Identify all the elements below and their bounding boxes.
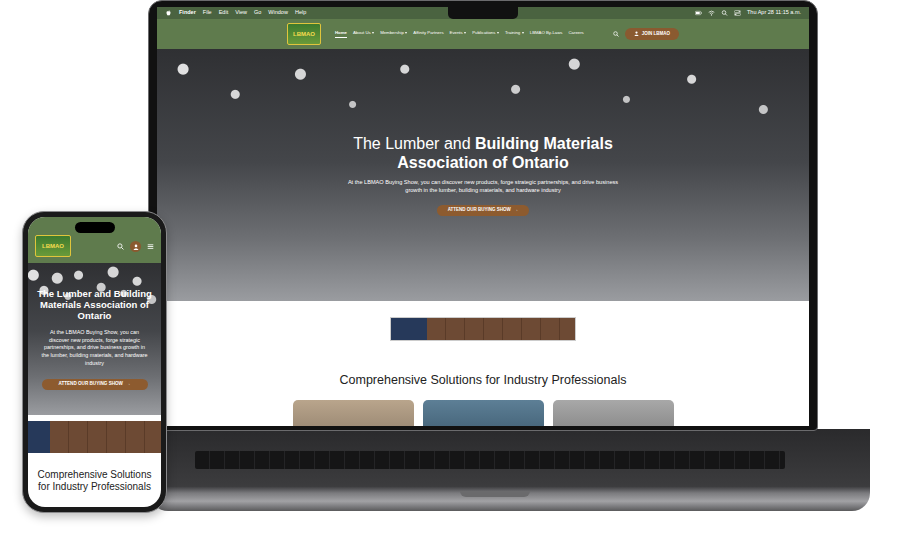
hero-title: The Lumber and Building Materials Associ… xyxy=(34,288,155,322)
nav-link[interactable]: Careers xyxy=(568,30,583,38)
hero-title: The Lumber and Building Materials Associ… xyxy=(338,134,628,172)
nav-link[interactable]: Membership xyxy=(380,30,407,38)
title-part: The Lumber and xyxy=(353,135,470,152)
apple-icon[interactable] xyxy=(165,10,172,16)
join-label: JOIN LBMAO xyxy=(642,32,670,37)
laptop: Finder File Edit View Go Window Help Thu Apr 28… xyxy=(148,0,818,431)
arrow-icon: → xyxy=(514,208,519,213)
solution-card[interactable] xyxy=(423,400,544,426)
hero-subtitle: At the LBMAO Buying Show, you can discov… xyxy=(342,178,624,194)
ad-banner[interactable] xyxy=(28,421,161,453)
cta-label: ATTEND OUR BUYING SHOW xyxy=(448,208,511,213)
nav-label: Home xyxy=(335,30,347,36)
nav-link[interactable]: Training xyxy=(505,30,524,38)
search-icon[interactable] xyxy=(721,10,728,16)
attend-button[interactable]: ATTEND OUR BUYING SHOW→ xyxy=(437,205,530,217)
nav-label: Membership xyxy=(380,30,404,36)
site-logo[interactable]: LBMAO xyxy=(287,23,321,45)
dynamic-island xyxy=(75,222,115,233)
nav-link[interactable]: About Us xyxy=(353,30,374,38)
solutions-section: Comprehensive Solutions for Industry Pro… xyxy=(157,301,809,426)
keyboard xyxy=(195,451,785,469)
nav-link[interactable]: Home xyxy=(335,30,347,38)
section-title: Comprehensive Solutions for Industry Pro… xyxy=(340,373,627,388)
ad-logo xyxy=(28,421,50,453)
menu-item[interactable]: Window xyxy=(268,10,288,16)
cta-label: ATTEND OUR BUYING SHOW xyxy=(58,382,122,387)
phone: LBMAO The Lumber and Building Materials A… xyxy=(22,211,167,513)
menu-item[interactable]: Go xyxy=(254,10,261,16)
ad-banner[interactable] xyxy=(390,317,576,341)
status-area: Thu Apr 28 11:15 a.m. xyxy=(695,10,801,16)
attend-button[interactable]: ATTEND OUR BUYING SHOW → xyxy=(42,379,148,391)
search-icon[interactable] xyxy=(117,243,124,250)
user-icon[interactable] xyxy=(130,241,141,252)
navbar-container: LBMAO Home About Us Membership Affinity Part… xyxy=(287,19,679,49)
caret-icon xyxy=(464,32,466,34)
section-title: Comprehensive Solutions for Industry Pro… xyxy=(28,453,161,493)
nav-link[interactable]: Events xyxy=(450,30,467,38)
battery-icon[interactable] xyxy=(695,10,702,16)
menu-item[interactable]: File xyxy=(203,10,212,16)
solution-cards xyxy=(293,400,674,426)
nav-label: Affinity Partners xyxy=(413,30,443,36)
caret-icon xyxy=(405,32,407,34)
caret-icon xyxy=(497,32,499,34)
caret-icon xyxy=(522,32,524,34)
camera-notch xyxy=(448,7,518,19)
ad-image xyxy=(50,421,161,453)
nav-label: Publications xyxy=(472,30,495,36)
solution-card[interactable] xyxy=(553,400,674,426)
nav-label: Events xyxy=(450,30,463,36)
menu-icon[interactable] xyxy=(147,243,154,250)
hero-banner: The Lumber and Building Materials Associ… xyxy=(28,263,161,415)
user-icon xyxy=(634,31,639,36)
nav-label: Training xyxy=(505,30,520,36)
site-navbar: LBMAO Home About Us Membership Affinity Part… xyxy=(157,19,809,49)
clock[interactable]: Thu Apr 28 11:15 a.m. xyxy=(747,10,801,16)
laptop-screen: Finder File Edit View Go Window Help Thu Apr 28… xyxy=(157,7,809,426)
menu-item[interactable]: Help xyxy=(295,10,306,16)
hero-banner: The Lumber and Building Materials Associ… xyxy=(157,49,809,301)
wifi-icon[interactable] xyxy=(708,10,715,16)
join-button[interactable]: JOIN LBMAO xyxy=(625,28,679,40)
site-logo[interactable]: LBMAO xyxy=(35,235,71,257)
nav-link[interactable]: Publications xyxy=(472,30,499,38)
menu-item[interactable]: View xyxy=(235,10,247,16)
caret-icon xyxy=(372,32,374,34)
ad-logo xyxy=(391,318,427,340)
arrow-icon: → xyxy=(126,382,131,387)
hero-subtitle: At the LBMAO Buying Show, you can discov… xyxy=(41,329,149,368)
menu-item[interactable]: Edit xyxy=(219,10,228,16)
nav-link[interactable]: Affinity Partners xyxy=(413,30,443,38)
nav-link[interactable]: LBMAO By-Laws xyxy=(530,30,563,38)
app-menu[interactable]: Finder xyxy=(179,10,196,16)
nav-label: About Us xyxy=(353,30,371,36)
nav-label: Careers xyxy=(568,30,583,36)
laptop-base xyxy=(150,429,870,511)
search-icon[interactable] xyxy=(613,31,619,37)
ad-image xyxy=(427,318,575,340)
control-center-icon[interactable] xyxy=(734,10,741,16)
phone-screen: LBMAO The Lumber and Building Materials A… xyxy=(28,217,161,507)
laptop-lip xyxy=(460,491,530,497)
solution-card[interactable] xyxy=(293,400,414,426)
nav-label: LBMAO By-Laws xyxy=(530,30,563,36)
